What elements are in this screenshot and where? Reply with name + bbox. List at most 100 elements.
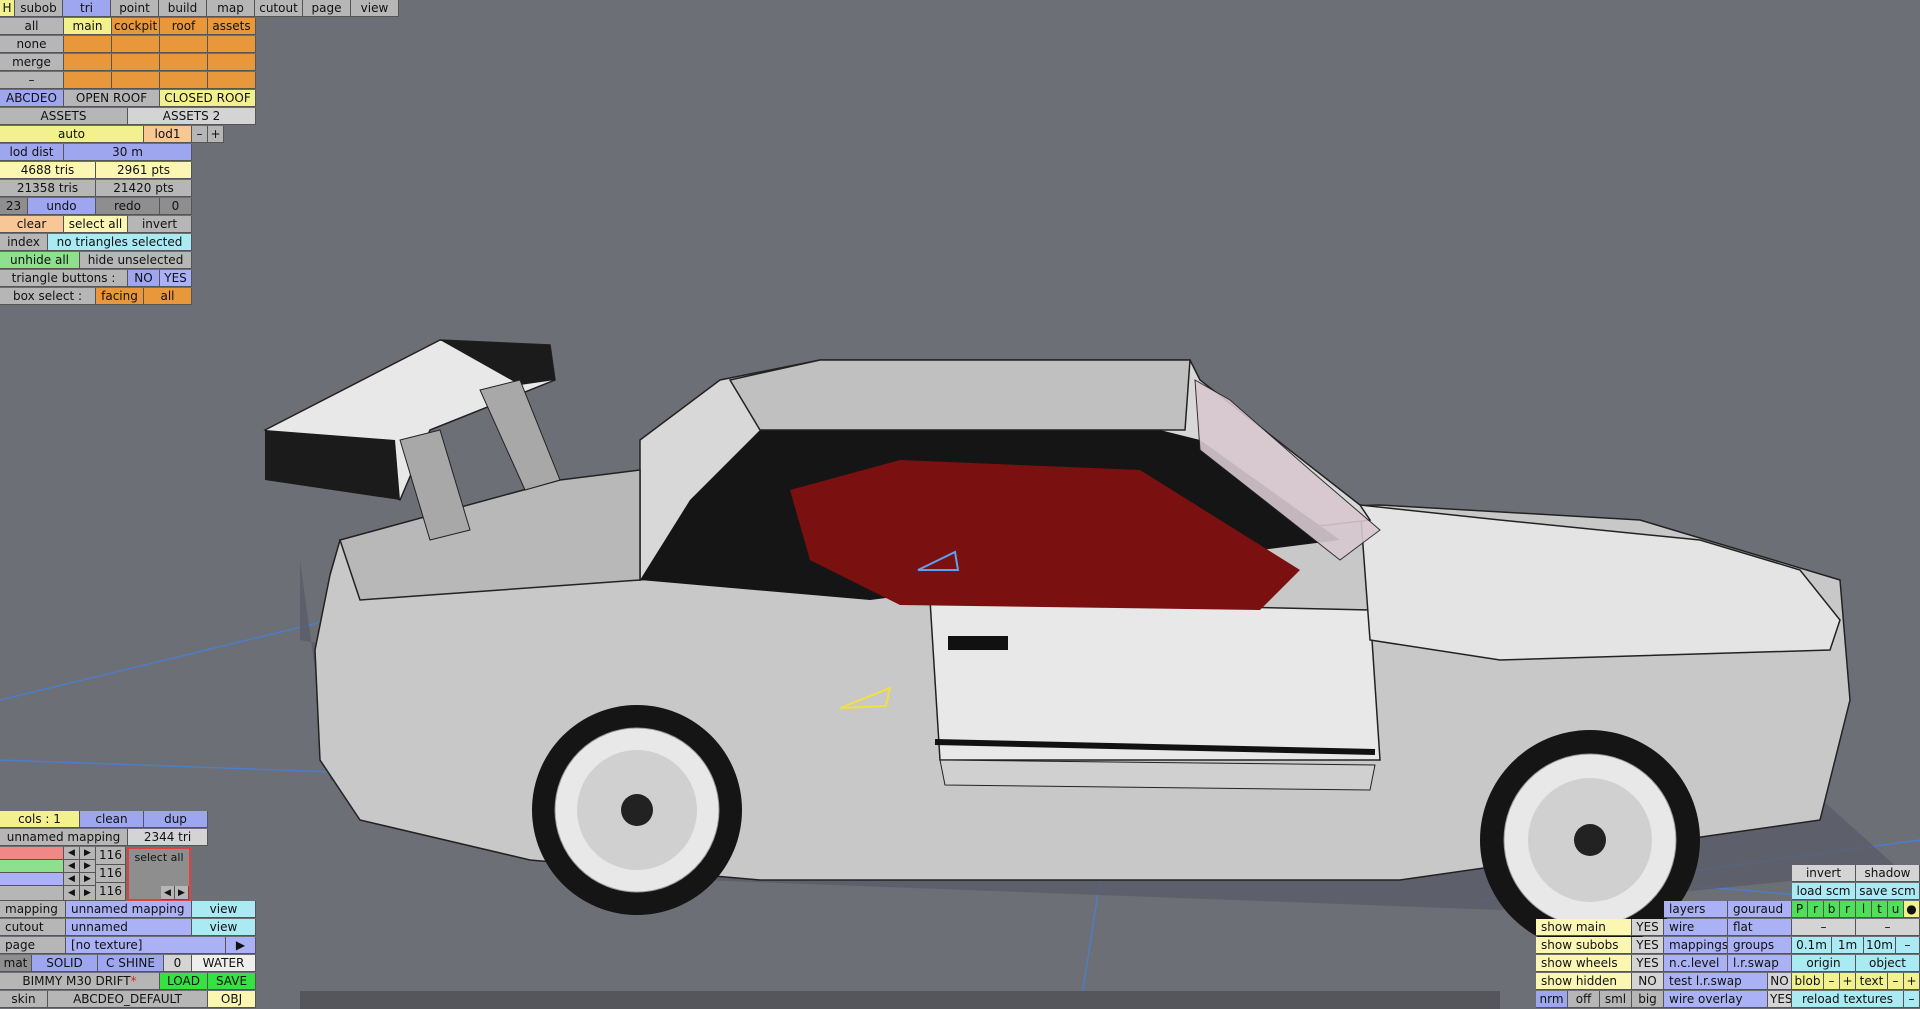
show-subobs-toggle[interactable]: YES [1632,937,1664,954]
groups-button[interactable]: groups [1728,937,1792,954]
3d-viewport[interactable] [0,0,1920,1009]
select-none-subobs[interactable]: none [0,36,64,53]
blob-increase[interactable]: + [1840,973,1856,990]
mappings-button[interactable]: mappings [1664,937,1728,954]
menu-map[interactable]: map [207,0,255,17]
color-swatch-red[interactable] [0,847,64,860]
colour-select-all[interactable]: select all [129,849,189,866]
redo-button[interactable]: redo [96,198,160,215]
triangle-buttons-no[interactable]: NO [128,270,160,287]
box-select-facing[interactable]: facing [96,288,144,305]
subob-slot[interactable] [160,72,208,89]
show-main-toggle[interactable]: YES [1632,919,1664,936]
subob-slot[interactable] [208,54,256,71]
subob-slot[interactable] [64,36,112,53]
save-scm-button[interactable]: save scm [1856,883,1920,900]
grid-10m[interactable]: 10m [1864,937,1896,954]
mat-solid-button[interactable]: SOLID [32,955,98,972]
invert-selection-button[interactable]: invert [128,216,192,233]
undo-button[interactable]: undo [28,198,96,215]
menu-page[interactable]: page [303,0,351,17]
obj-export-button[interactable]: OBJ [208,991,256,1008]
mat-c-shine-button[interactable]: C SHINE [98,955,164,972]
subob-slot[interactable] [112,72,160,89]
save-button[interactable]: SAVE [208,973,256,990]
test-lr-swap-button[interactable]: test l.r.swap [1664,973,1768,990]
filter-r2[interactable]: r [1840,901,1856,918]
invert-button[interactable]: invert [1792,865,1856,882]
config-abcdeo[interactable]: ABCDEO [0,90,64,107]
prev-arrow-icon[interactable]: ◀ [64,886,80,901]
grid-dash[interactable]: – [1896,937,1920,954]
object-button[interactable]: object [1856,955,1920,972]
text-increase[interactable]: + [1904,973,1920,990]
next-arrow-icon[interactable]: ▶ [175,886,189,900]
merge-button[interactable]: merge [0,54,64,71]
skin-name[interactable]: ABCDEO_DEFAULT [48,991,208,1008]
grid-minus-left[interactable]: – [1792,919,1856,936]
lod-increase-button[interactable]: + [208,126,224,143]
subob-slot[interactable] [208,72,256,89]
mapping-view-button[interactable]: view [192,901,256,918]
clean-button[interactable]: clean [80,811,144,828]
hide-unselected-button[interactable]: hide unselected [80,252,192,269]
subob-slot[interactable] [64,72,112,89]
triangle-buttons-yes[interactable]: YES [160,270,192,287]
menu-subob[interactable]: subob [15,0,63,17]
unhide-all-button[interactable]: unhide all [0,252,80,269]
prev-arrow-icon[interactable]: ◀ [64,860,80,873]
menu-cutout[interactable]: cutout [255,0,303,17]
blob-button[interactable]: blob [1792,973,1824,990]
next-arrow-icon[interactable]: ▶ [80,873,96,886]
layers-button[interactable]: layers [1664,901,1728,918]
bottom-scrollbar[interactable] [300,991,1500,1009]
nc-level-button[interactable]: n.c.level [1664,955,1728,972]
filter-u[interactable]: u [1888,901,1904,918]
lod-decrease-button[interactable]: – [192,126,208,143]
assets-2-button[interactable]: ASSETS 2 [128,108,256,125]
subob-cockpit[interactable]: cockpit [112,18,160,35]
config-closed-roof[interactable]: CLOSED ROOF [160,90,256,107]
select-all-button[interactable]: select all [64,216,128,233]
cutout-select[interactable]: unnamed [66,919,192,936]
subob-slot[interactable] [112,36,160,53]
minus-button[interactable]: – [0,72,64,89]
subob-slot[interactable] [160,54,208,71]
menu-view[interactable]: view [351,0,399,17]
subob-slot[interactable] [64,54,112,71]
shadow-button[interactable]: shadow [1856,865,1920,882]
wire-button[interactable]: wire [1664,919,1728,936]
normals-big-button[interactable]: big [1632,991,1664,1008]
menu-build[interactable]: build [159,0,207,17]
menu-point[interactable]: point [111,0,159,17]
filter-l[interactable]: l [1856,901,1872,918]
text-button[interactable]: text [1856,973,1888,990]
prev-arrow-icon[interactable]: ◀ [64,873,80,886]
show-wheels-toggle[interactable]: YES [1632,955,1664,972]
prev-arrow-icon[interactable]: ◀ [161,886,175,900]
subob-slot[interactable] [160,36,208,53]
filter-t[interactable]: t [1872,901,1888,918]
filter-dot-icon[interactable]: ● [1904,901,1920,918]
clear-selection-button[interactable]: clear [0,216,64,233]
grid-minus-right[interactable]: – [1856,919,1920,936]
config-open-roof[interactable]: OPEN ROOF [64,90,160,107]
normals-off-button[interactable]: off [1568,991,1600,1008]
color-swatch-blue[interactable] [0,873,64,886]
filter-b[interactable]: b [1824,901,1840,918]
page-select[interactable]: [no texture] [66,937,226,954]
help-button[interactable]: H [0,0,15,17]
menu-tri[interactable]: tri [63,0,111,17]
grid-1m[interactable]: 1m [1832,937,1864,954]
origin-button[interactable]: origin [1792,955,1856,972]
subob-assets[interactable]: assets [208,18,256,35]
subob-slot[interactable] [112,54,160,71]
prev-arrow-icon[interactable]: ◀ [64,847,80,860]
subob-roof[interactable]: roof [160,18,208,35]
reload-textures-button[interactable]: reload textures [1792,991,1904,1008]
color-swatch-alpha[interactable] [0,886,64,901]
lod-auto[interactable]: auto [0,126,144,143]
next-arrow-icon[interactable]: ▶ [80,886,96,901]
filter-r[interactable]: r [1808,901,1824,918]
next-arrow-icon[interactable]: ▶ [80,847,96,860]
